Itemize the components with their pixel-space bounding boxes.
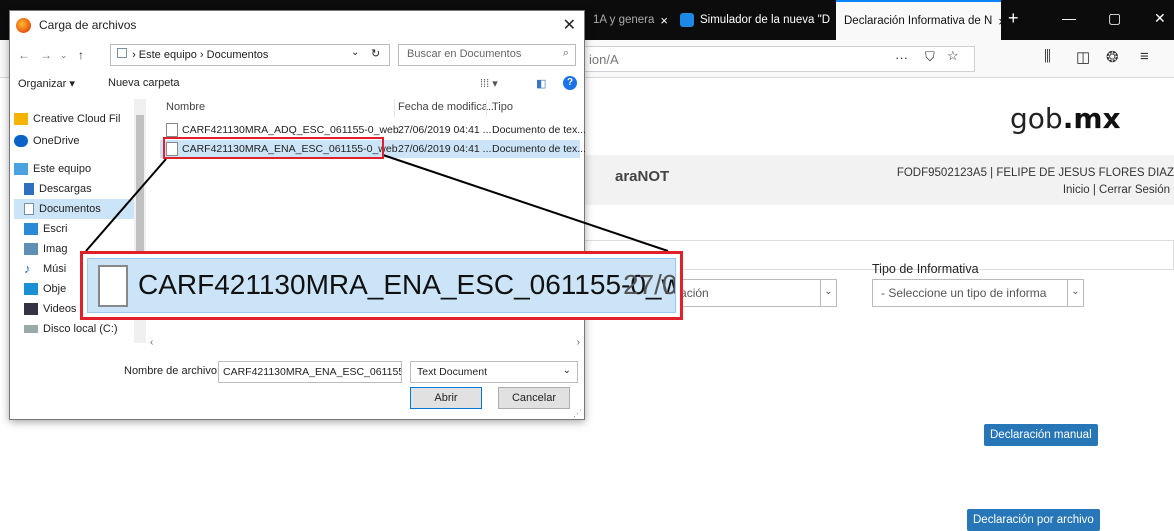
zoom-callout: CARF421130MRA_ENA_ESC_061155-0_web 27/0 xyxy=(80,251,683,320)
text-document-icon xyxy=(98,265,128,307)
callout-line-right xyxy=(382,154,669,252)
callout-line-left xyxy=(85,158,167,252)
zoom-file-date: 27/0 xyxy=(623,269,676,300)
callout-highlight-box xyxy=(163,137,384,159)
zoom-file-name: CARF421130MRA_ENA_ESC_061155-0_web xyxy=(138,269,676,300)
zoom-selected-row: CARF421130MRA_ENA_ESC_061155-0_web 27/0 xyxy=(87,258,676,313)
